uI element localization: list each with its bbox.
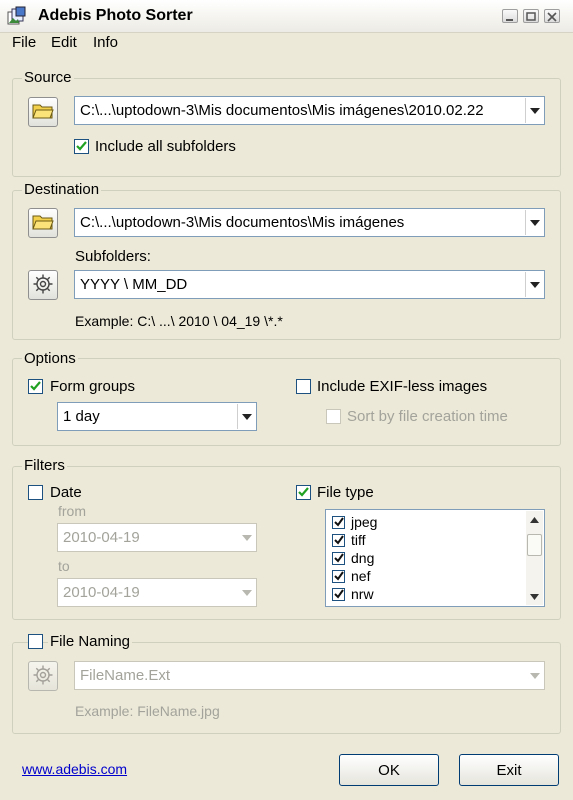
file-type-label: File type	[317, 484, 374, 501]
check-icon	[30, 381, 41, 391]
exit-button[interactable]: Exit	[459, 754, 559, 786]
dropdown-arrow-icon[interactable]	[525, 210, 543, 235]
include-subfolders-label: Include all subfolders	[95, 138, 236, 155]
subfolders-format-value: YYYY \ MM_DD	[80, 276, 188, 293]
scroll-down-icon[interactable]	[526, 588, 543, 605]
include-exifless-checkbox[interactable]	[296, 379, 311, 394]
file-naming-pattern-dropdown[interactable]: FileName.Ext	[74, 661, 545, 690]
file-naming-checkbox[interactable]	[28, 634, 43, 649]
gear-icon	[32, 273, 54, 298]
file-type-item-label: nef	[351, 568, 371, 585]
dropdown-arrow-icon[interactable]	[525, 272, 543, 297]
sort-by-creation-checkbox[interactable]	[326, 409, 341, 424]
date-to-picker[interactable]: 2010-04-19	[57, 578, 257, 607]
gear-icon	[32, 664, 54, 689]
filters-legend: Filters	[22, 457, 67, 474]
date-to-value: 2010-04-19	[63, 584, 140, 601]
destination-legend: Destination	[22, 181, 102, 198]
dropdown-arrow-icon[interactable]	[238, 580, 255, 605]
form-groups-label: Form groups	[50, 378, 136, 395]
destination-path-dropdown[interactable]: C:\...\uptodown-3\Mis documentos\Mis imá…	[74, 208, 545, 237]
file-type-item-checkbox[interactable]	[332, 533, 345, 547]
check-icon	[333, 517, 344, 527]
include-subfolders-checkbox[interactable]	[74, 139, 89, 154]
list-item[interactable]: nrw	[332, 585, 374, 603]
list-item[interactable]: nef	[332, 567, 370, 585]
date-filter-label: Date	[50, 484, 82, 501]
group-interval-dropdown[interactable]: 1 day	[57, 402, 257, 431]
date-from-value: 2010-04-19	[63, 529, 140, 546]
file-type-item-checkbox[interactable]	[332, 551, 345, 565]
dropdown-arrow-icon[interactable]	[526, 663, 543, 688]
destination-example: Example: C:\ ...\ 2010 \ 04_19 \*.*	[75, 313, 283, 329]
date-filter-checkbox[interactable]	[28, 485, 43, 500]
menu-bar: File Edit Info	[0, 32, 573, 54]
options-legend: Options	[22, 350, 78, 367]
source-group	[12, 78, 561, 177]
file-type-item-label: jpeg	[351, 514, 378, 531]
source-browse-button[interactable]	[28, 97, 58, 127]
file-type-item-label: tiff	[351, 532, 366, 549]
check-icon	[333, 589, 344, 599]
file-naming-legend: File Naming	[48, 633, 133, 650]
dropdown-arrow-icon[interactable]	[237, 404, 255, 429]
file-naming-pattern-value: FileName.Ext	[80, 667, 171, 684]
group-interval-value: 1 day	[63, 408, 100, 425]
form-groups-checkbox[interactable]	[28, 379, 43, 394]
file-type-item-checkbox[interactable]	[332, 569, 345, 583]
scroll-thumb[interactable]	[527, 534, 542, 556]
dropdown-arrow-icon[interactable]	[238, 525, 255, 550]
list-item[interactable]: tiff	[332, 531, 366, 549]
title-bar[interactable]: Adebis Photo Sorter	[0, 0, 573, 33]
file-naming-settings-button[interactable]	[28, 661, 58, 691]
subfolders-label: Subfolders:	[75, 248, 151, 265]
file-type-item-label: dng	[351, 550, 375, 567]
source-path-dropdown[interactable]: C:\...\uptodown-3\Mis documentos\Mis imá…	[74, 96, 545, 125]
menu-file[interactable]: File	[12, 34, 36, 51]
source-legend: Source	[22, 69, 74, 86]
subfolders-format-dropdown[interactable]: YYYY \ MM_DD	[74, 270, 545, 299]
folder-icon	[32, 102, 54, 123]
ok-button[interactable]: OK	[339, 754, 439, 786]
from-label: from	[58, 503, 86, 519]
file-type-list[interactable]: jpeg tiff dng nef nrw	[325, 509, 545, 607]
list-item[interactable]: jpeg	[332, 513, 377, 531]
check-icon	[333, 571, 344, 581]
dropdown-arrow-icon[interactable]	[525, 98, 543, 123]
menu-info[interactable]: Info	[93, 34, 118, 51]
destination-path-value: C:\...\uptodown-3\Mis documentos\Mis imá…	[80, 214, 405, 231]
menu-edit[interactable]: Edit	[51, 34, 77, 51]
file-type-scrollbar[interactable]	[526, 511, 543, 605]
file-type-item-label: nrw	[351, 586, 374, 603]
check-icon	[333, 553, 344, 563]
maximize-button[interactable]	[523, 9, 539, 23]
website-link[interactable]: www.adebis.com	[22, 761, 127, 777]
source-path-value: C:\...\uptodown-3\Mis documentos\Mis imá…	[80, 102, 484, 119]
date-from-picker[interactable]: 2010-04-19	[57, 523, 257, 552]
include-exifless-label: Include EXIF-less images	[317, 378, 488, 395]
destination-browse-button[interactable]	[28, 208, 58, 238]
folder-icon	[32, 213, 54, 234]
to-label: to	[58, 558, 70, 574]
app-icon	[7, 6, 27, 26]
sort-by-creation-label: Sort by file creation time	[347, 408, 508, 425]
list-item[interactable]: dng	[332, 549, 374, 567]
window-title: Adebis Photo Sorter	[38, 7, 193, 24]
check-icon	[298, 487, 309, 497]
file-type-item-checkbox[interactable]	[332, 515, 345, 529]
check-icon	[76, 141, 87, 151]
file-naming-example: Example: FileName.jpg	[75, 703, 220, 719]
close-button[interactable]	[544, 9, 560, 23]
scroll-up-icon[interactable]	[526, 511, 543, 528]
subfolders-settings-button[interactable]	[28, 270, 58, 300]
file-type-item-checkbox[interactable]	[332, 587, 345, 601]
check-icon	[333, 535, 344, 545]
minimize-button[interactable]	[502, 9, 518, 23]
file-type-checkbox[interactable]	[296, 485, 311, 500]
